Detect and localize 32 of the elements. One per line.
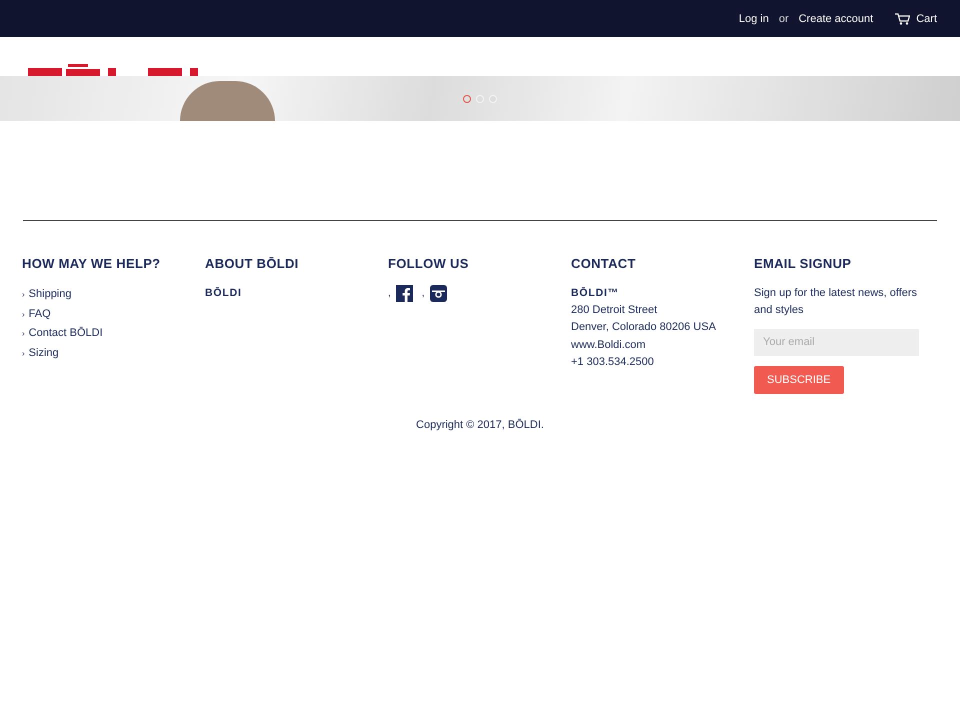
bullet-icon: › [22, 329, 25, 338]
column-heading: FOLLOW US [388, 256, 469, 271]
footer-link[interactable]: Shipping [28, 285, 72, 304]
instagram-icon[interactable] [430, 285, 447, 302]
address-line: +1 303.534.2500 [571, 354, 654, 370]
separator-text: or [778, 12, 789, 24]
bullet-icon: › [22, 348, 25, 358]
footer-link[interactable]: Sizing [28, 344, 59, 363]
cart-link[interactable]: Cart [895, 12, 937, 24]
address-line: www.Boldi.com [571, 338, 646, 353]
facebook-icon[interactable] [396, 285, 413, 302]
column-heading: EMAIL SIGNUP [754, 256, 852, 271]
slide-dot[interactable] [463, 94, 471, 102]
column-heading: ABOUT BŌLDI [205, 256, 299, 271]
copyright-text: Copyright © 2017, BŌLDI. [416, 418, 544, 431]
footer-link[interactable]: FAQ [28, 304, 51, 324]
bullet-icon: › [22, 290, 25, 300]
address-line: Denver, Colorado 80206 USA [571, 320, 716, 336]
cart-icon [895, 12, 910, 24]
login-link[interactable]: Log in [738, 12, 769, 24]
bullet-icon: › [22, 310, 25, 319]
column-heading: HOW MAY WE HELP? [22, 256, 160, 271]
signup-text: Sign up for the latest news, offers and styles [754, 286, 918, 318]
address-line: 280 Detroit Street [571, 303, 658, 318]
email-field[interactable]: Your email [754, 328, 919, 356]
separator-text: , [422, 288, 425, 299]
about-link[interactable]: BŌLDI [205, 285, 242, 302]
create-account-link[interactable]: Create account [798, 12, 874, 24]
column-heading: CONTACT [571, 256, 636, 271]
footer-link[interactable]: Contact BŌLDI [28, 324, 103, 344]
separator-text: , [388, 288, 391, 299]
company-name: BŌLDI™ [571, 286, 619, 301]
